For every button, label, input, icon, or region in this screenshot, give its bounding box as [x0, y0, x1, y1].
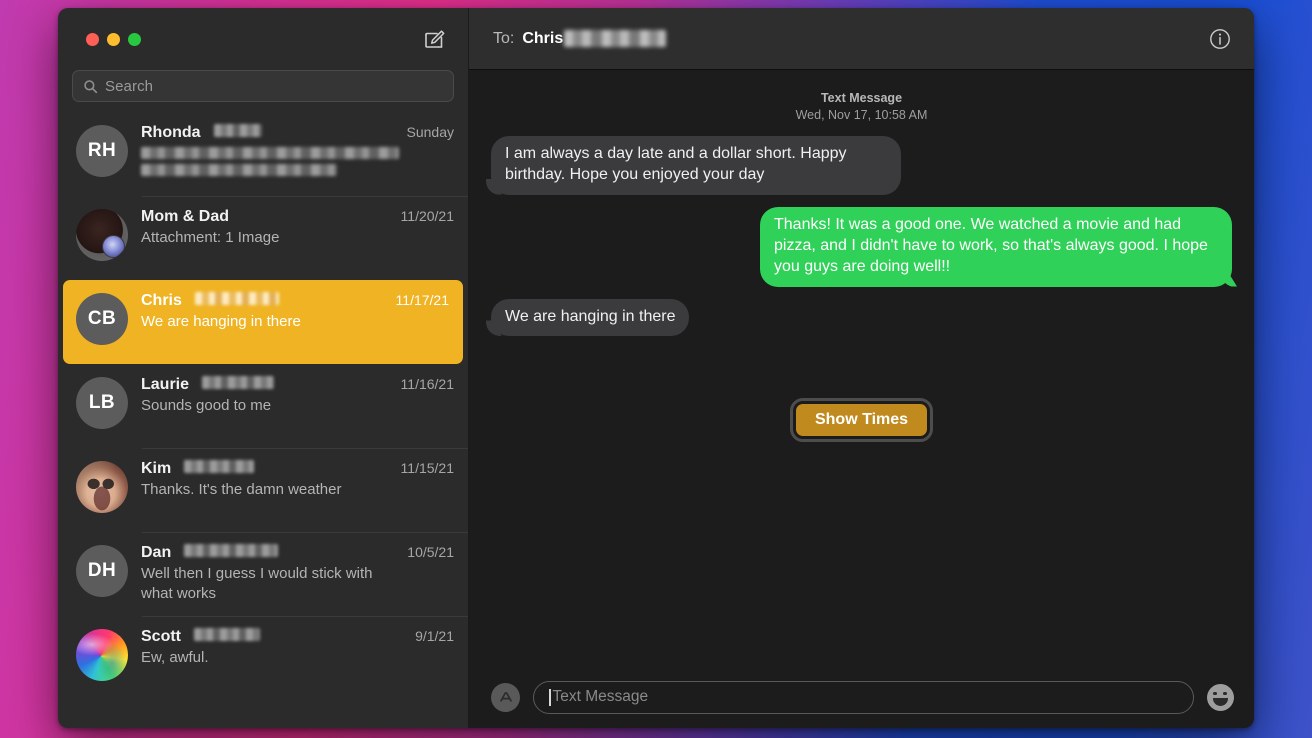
contact-name: Dan	[141, 544, 172, 561]
contact-name: Laurie	[141, 376, 190, 393]
message-bubble-sent[interactable]: Thanks! It was a good one. We watched a …	[760, 206, 1232, 287]
list-item[interactable]: Mom & Dad 11/20/21 Attachment: 1 Image	[58, 196, 468, 280]
list-item[interactable]: Kim 11/15/21 Thanks. It's the damn weath…	[58, 448, 468, 532]
avatar: LB	[76, 377, 128, 429]
list-item-header: Dan 10/5/21	[141, 544, 454, 562]
list-item-body: Rhonda Sunday	[141, 123, 454, 176]
message-thread: Text Message Wed, Nov 17, 10:58 AM I am …	[469, 70, 1254, 666]
list-item-body: Kim 11/15/21 Thanks. It's the damn weath…	[141, 459, 454, 500]
conversation-header: To: Chris	[469, 8, 1254, 70]
conversation-list[interactable]: RH Rhonda Sunday Mom & Dad 11/20/21 Atta…	[58, 112, 468, 728]
avatar: DH	[76, 545, 128, 597]
contact-name: Scott	[141, 628, 181, 645]
message-timestamp: Text Message Wed, Nov 17, 10:58 AM	[491, 90, 1232, 124]
timestamp: 10/5/21	[407, 544, 454, 560]
timestamp: 11/20/21	[400, 208, 454, 224]
contact-name: Kim	[141, 460, 172, 477]
list-item-header: Laurie 11/16/21	[141, 376, 454, 394]
message-row: I am always a day late and a dollar shor…	[491, 135, 1232, 195]
contact-name: Mom & Dad	[141, 208, 229, 225]
search-placeholder: Search	[105, 77, 154, 95]
redacted-recipient-surname	[564, 30, 667, 47]
messages-window: Search RH Rhonda Sunday Mom & Dad 11/20/…	[58, 8, 1254, 728]
message-preview: Ew, awful.	[141, 649, 209, 666]
window-titlebar	[58, 8, 468, 70]
message-datetime: Wed, Nov 17, 10:58 AM	[795, 107, 928, 122]
recipient-name[interactable]: Chris	[522, 30, 563, 48]
avatar: CB	[76, 293, 128, 345]
list-item-selected[interactable]: CB Chris 11/17/21 We are hanging in ther…	[63, 280, 463, 364]
close-button[interactable]	[86, 32, 99, 46]
list-item[interactable]: Scott 9/1/21 Ew, awful.	[58, 616, 468, 700]
redacted-name	[184, 544, 279, 557]
timestamp: Sunday	[406, 124, 454, 140]
avatar: RH	[76, 125, 128, 177]
list-item-header: Chris 11/17/21	[141, 292, 449, 310]
list-item[interactable]: RH Rhonda Sunday	[58, 112, 468, 196]
timestamp: 11/17/21	[395, 292, 449, 308]
avatar	[76, 209, 128, 261]
message-bubble-received[interactable]: We are hanging in there	[491, 298, 690, 337]
text-caret	[549, 688, 551, 706]
timestamp: 9/1/21	[415, 628, 454, 644]
list-item-header: Scott 9/1/21	[141, 628, 454, 646]
timestamp: 11/15/21	[400, 460, 454, 476]
redacted-preview-line	[141, 147, 399, 159]
list-item[interactable]: DH Dan 10/5/21 Well then I guess I would…	[58, 532, 468, 616]
redacted-name	[194, 292, 279, 305]
message-input[interactable]: Text Message	[533, 680, 1194, 714]
message-preview: We are hanging in there	[141, 313, 301, 330]
avatar	[76, 629, 128, 681]
list-item-header: Kim 11/15/21	[141, 460, 454, 478]
search-input[interactable]: Search	[72, 70, 454, 102]
redacted-name	[213, 124, 262, 137]
redacted-name	[202, 376, 275, 389]
list-item-body: Dan 10/5/21 Well then I guess I would st…	[141, 543, 454, 604]
message-preview: Well then I guess I would stick with wha…	[141, 565, 373, 602]
zoom-button[interactable]	[128, 32, 141, 46]
list-item-body: Laurie 11/16/21 Sounds good to me	[141, 375, 454, 416]
list-item-header: Mom & Dad 11/20/21	[141, 208, 454, 226]
search-container: Search	[58, 70, 468, 112]
sidebar: Search RH Rhonda Sunday Mom & Dad 11/20/…	[58, 8, 469, 728]
message-preview: Attachment: 1 Image	[141, 229, 280, 246]
message-type-label: Text Message	[820, 91, 903, 105]
smiley-icon[interactable]	[1207, 683, 1234, 711]
list-item-body: Chris 11/17/21 We are hanging in there	[141, 291, 449, 332]
message-input-placeholder: Text Message	[552, 688, 649, 705]
contact-name: Chris	[141, 292, 182, 309]
search-icon	[83, 79, 98, 94]
compose-icon[interactable]	[422, 27, 446, 51]
message-bubble-received[interactable]: I am always a day late and a dollar shor…	[491, 135, 901, 195]
list-item[interactable]: LB Laurie 11/16/21 Sounds good to me	[58, 364, 468, 448]
minimize-button[interactable]	[107, 32, 120, 46]
message-preview: Sounds good to me	[141, 397, 272, 414]
redacted-preview-line	[141, 164, 337, 176]
message-row: Thanks! It was a good one. We watched a …	[491, 206, 1232, 287]
redacted-name	[194, 628, 260, 641]
message-row: We are hanging in there	[491, 298, 1232, 337]
list-item-body: Mom & Dad 11/20/21 Attachment: 1 Image	[141, 207, 454, 248]
app-store-icon[interactable]	[491, 682, 520, 712]
list-item-body: Scott 9/1/21 Ew, awful.	[141, 627, 454, 668]
list-item-header: Rhonda Sunday	[141, 124, 454, 142]
show-times-container: Show Times	[491, 398, 1232, 443]
conversation-pane: To: Chris Text Message Wed, Nov 17, 10:5…	[469, 8, 1254, 728]
avatar	[76, 461, 128, 513]
redacted-name	[184, 460, 255, 473]
show-times-button[interactable]: Show Times	[789, 398, 934, 443]
info-icon[interactable]	[1208, 27, 1232, 51]
contact-name: Rhonda	[141, 124, 201, 141]
traffic-lights	[86, 32, 141, 46]
message-preview: Thanks. It's the damn weather	[141, 481, 342, 498]
composer-bar: Text Message	[469, 666, 1254, 728]
timestamp: 11/16/21	[400, 376, 454, 392]
to-label: To:	[493, 29, 515, 47]
